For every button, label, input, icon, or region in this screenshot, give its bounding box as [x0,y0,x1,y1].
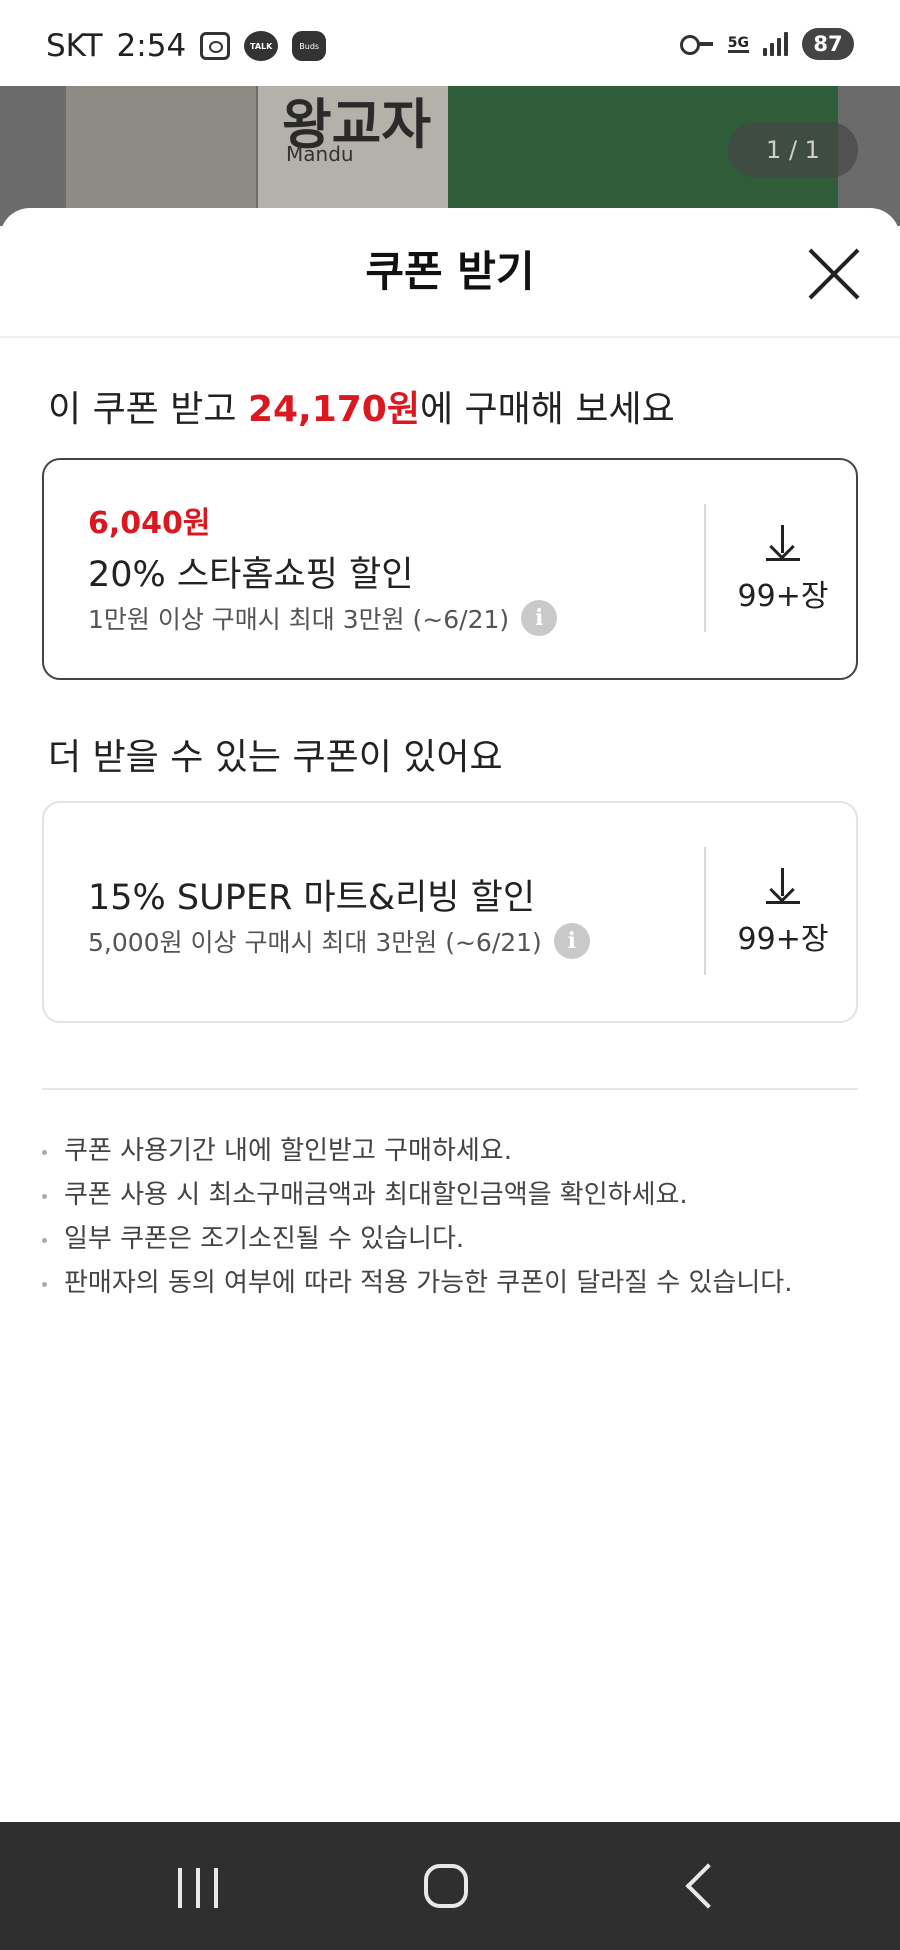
product-package-left [66,86,256,216]
coupon-description: 5,000원 이상 구매시 최대 3만원 (~6/21) [88,928,542,957]
coupon-name: 15% SUPER 마트&리빙 할인 [88,878,536,918]
buds-icon: Buds [292,31,327,61]
best-price-headline: 이 쿠폰 받고 24,170원에 구매해 보세요 [48,380,675,432]
product-image-subtitle: Mandu [286,142,354,166]
key-icon [679,35,714,55]
download-icon [766,868,800,904]
kakaotalk-icon: TALK [244,31,279,61]
download-icon [766,525,800,561]
notice-item: 일부 쿠폰은 조기소진될 수 있습니다. [38,1218,858,1260]
info-icon[interactable]: i [553,923,590,959]
notice-item: 쿠폰 사용 시 최소구매금액과 최대할인금액을 확인하세요. [38,1174,858,1216]
carrier-label: SKT [46,28,103,64]
coupon-description: 1만원 이상 구매시 최대 3만원 (~6/21) [88,605,510,634]
close-icon[interactable] [804,244,864,304]
coupon-card-secondary[interactable]: 15% SUPER 마트&리빙 할인 5,000원 이상 구매시 최대 3만원 … [42,801,858,1023]
recents-icon[interactable] [158,1856,238,1916]
coupon-name: 20% 스타홈쇼핑 할인 [88,555,414,595]
coupon-count: 99+장 [737,922,829,957]
product-image-backdrop: 왕교자 Mandu 1 / 1 [0,86,900,226]
info-icon[interactable]: i [521,600,558,636]
home-icon[interactable] [408,1856,488,1916]
sheet-header: 쿠폰 받기 [0,208,900,338]
coupon-card-primary[interactable]: 6,040원 20% 스타홈쇼핑 할인 1만원 이상 구매시 최대 3만원 (~… [42,458,858,680]
network-type-icon: 5G [727,34,749,53]
headline-suffix: 에 구매해 보세요 [419,389,675,430]
headline-price: 24,170원 [247,389,420,430]
download-coupon-button[interactable]: 99+장 [706,500,860,640]
notice-item: 쿠폰 사용기간 내에 할인받고 구매하세요. [38,1130,858,1172]
back-icon[interactable] [662,1856,742,1916]
clock: 2:54 [116,28,187,64]
headline-prefix: 이 쿠폰 받고 [48,389,248,430]
coupon-conditions: 5,000원 이상 구매시 최대 3만원 (~6/21) i [88,923,590,959]
signal-icon [763,32,788,56]
sheet-title: 쿠폰 받기 [365,247,535,296]
image-pager: 1 / 1 [728,122,858,178]
notice-divider [42,1088,858,1090]
coupon-sheet: 쿠폰 받기 이 쿠폰 받고 24,170원에 구매해 보세요 6,040원 20… [0,208,900,1822]
coupon-count: 99+장 [737,579,829,614]
notice-list: 쿠폰 사용기간 내에 할인받고 구매하세요. 쿠폰 사용 시 최소구매금액과 최… [38,1130,858,1306]
system-nav-bar [0,1822,900,1950]
status-bar: SKT 2:54 TALK Buds 5G 87 [0,0,900,86]
download-coupon-button[interactable]: 99+장 [706,843,860,983]
notice-item: 판매자의 동의 여부에 따라 적용 가능한 쿠폰이 달라질 수 있습니다. [38,1262,858,1304]
gallery-icon [200,32,231,60]
coupon-discount-amount: 6,040원 [88,506,211,541]
more-coupons-headline: 더 받을 수 있는 쿠폰이 있어요 [48,737,503,778]
coupon-conditions: 1만원 이상 구매시 최대 3만원 (~6/21) i [88,600,558,636]
battery-icon: 87 [802,28,854,60]
